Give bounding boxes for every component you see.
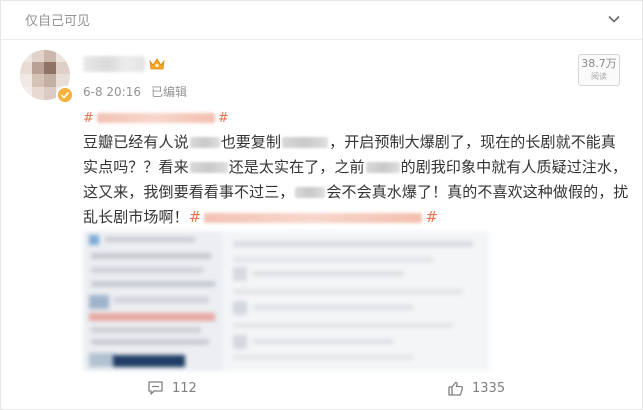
weibo-post-card: 仅自己可见 6-8 20:16 已编辑 38.7万 阅读 # # 豆瓣已经有人说… — [0, 0, 643, 410]
comment-count: 112 — [172, 380, 197, 396]
chevron-down-icon[interactable] — [606, 11, 622, 27]
topic-tag[interactable]: # # — [83, 109, 229, 127]
like-button[interactable]: 1335 — [447, 380, 505, 397]
post-time[interactable]: 6-8 20:16 — [83, 85, 141, 99]
redacted-word — [189, 162, 228, 173]
inline-topic-hash-close[interactable]: # — [425, 208, 438, 226]
vip-crown-icon[interactable] — [148, 57, 166, 71]
author-name-redacted[interactable] — [83, 56, 145, 72]
edited-label[interactable]: 已编辑 — [151, 85, 187, 99]
post-text-segment: 豆瓣已经有人说 — [83, 133, 189, 151]
read-count: 38.7万 — [581, 57, 617, 70]
like-count: 1335 — [472, 381, 506, 396]
post-meta: 6-8 20:16 已编辑 — [83, 83, 187, 100]
comment-button[interactable]: 112 — [147, 380, 197, 396]
comment-icon — [148, 381, 163, 395]
visibility-label: 仅自己可见 — [25, 14, 91, 29]
post-text-segment: 还是太实在了，之前 — [228, 158, 365, 176]
post-image-content — [83, 231, 489, 371]
post-image-thumbnail[interactable] — [83, 231, 489, 371]
redacted-word — [365, 162, 400, 173]
verified-badge-icon — [56, 86, 74, 104]
redacted-word — [295, 187, 326, 198]
post-text-segment: 也要复制 — [220, 133, 282, 151]
topic-hash-open: # — [83, 110, 94, 126]
post-action-bar: 112 1335 — [1, 374, 642, 408]
inline-topic-redacted[interactable] — [204, 212, 423, 223]
topic-hash-close: # — [217, 110, 229, 126]
read-count-badge: 38.7万 阅读 — [578, 54, 620, 86]
post-text: 豆瓣已经有人说 也要复制 ，开启预制大爆剧了，现在的长剧就不能真实点吗？？看来 还是太… — [83, 130, 631, 230]
post-header-bar: 仅自己可见 — [1, 1, 642, 40]
inline-topic-hash-open[interactable]: # — [189, 208, 202, 226]
redacted-word — [282, 137, 329, 148]
read-count-label: 阅读 — [591, 72, 607, 81]
redacted-word — [189, 137, 220, 148]
topic-text-redacted — [96, 113, 215, 123]
thumbs-up-icon — [448, 381, 464, 396]
